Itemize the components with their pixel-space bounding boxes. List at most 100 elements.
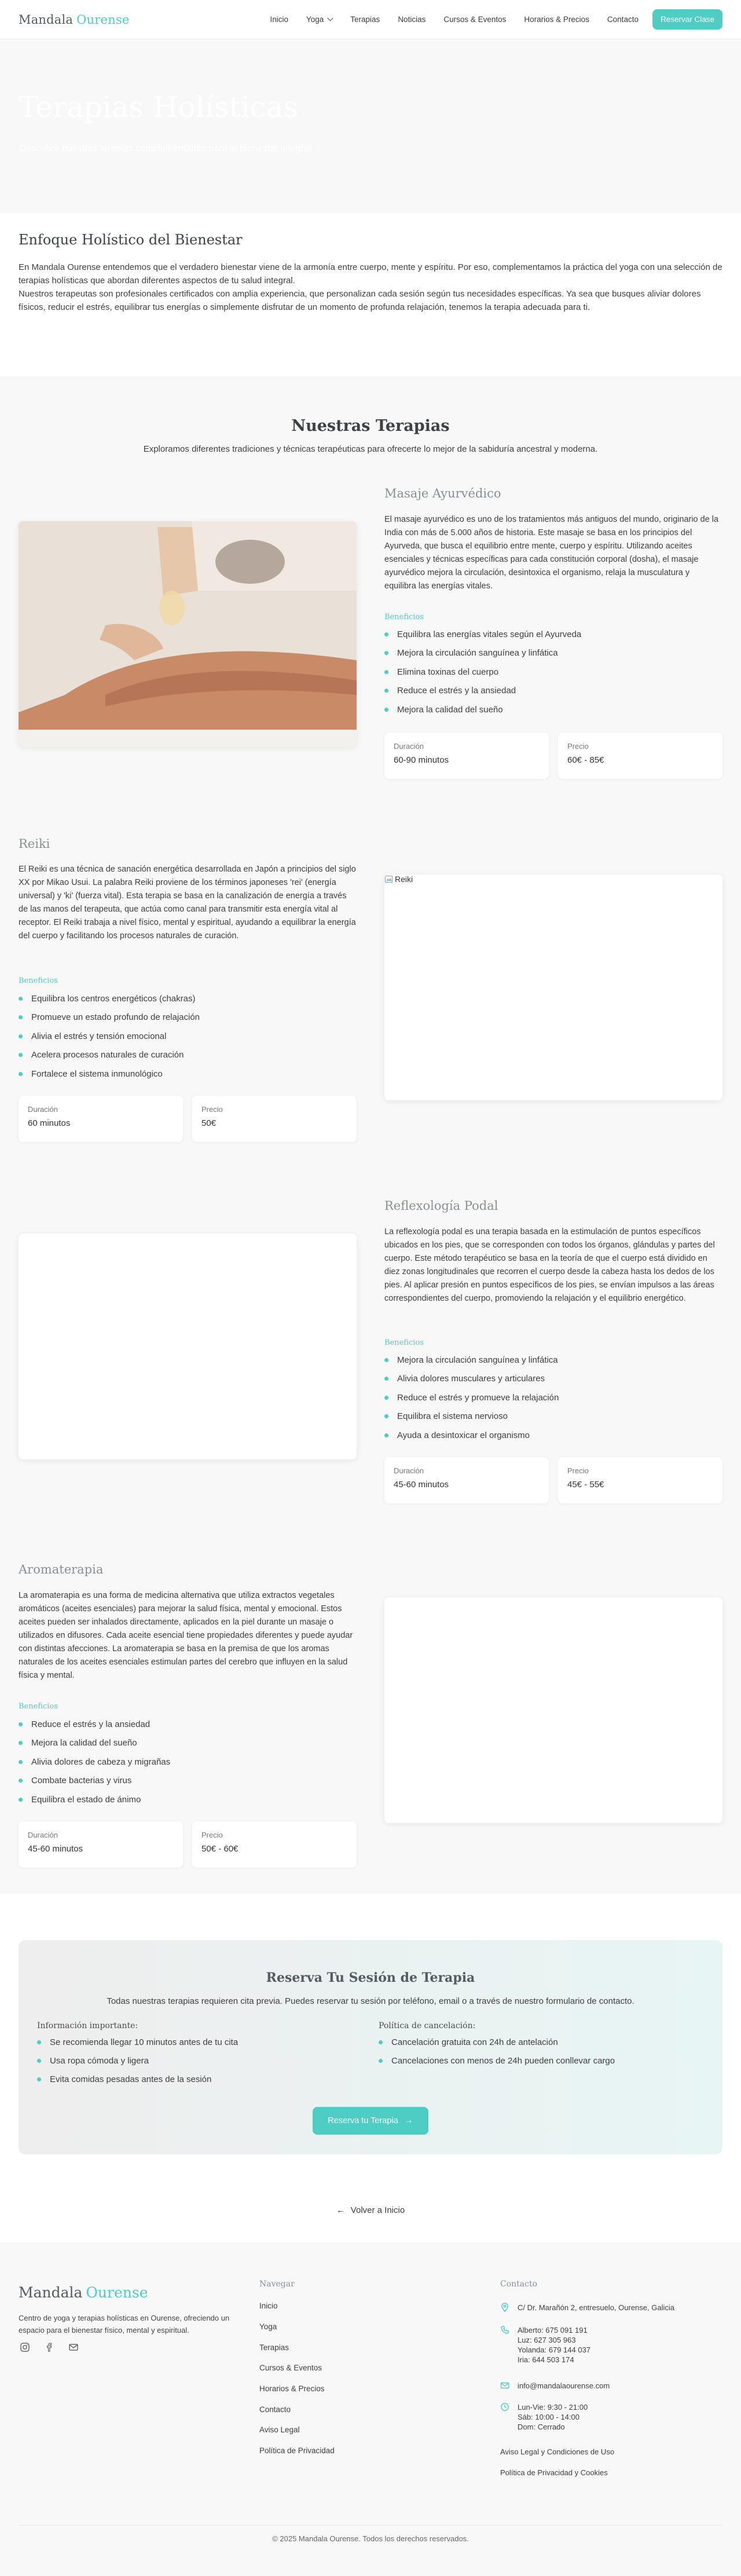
arrow-left-icon: ← [336, 2205, 345, 2215]
chevron-down-icon [327, 15, 333, 21]
price-label: Precio [201, 1105, 223, 1114]
price-value: 60€ - 85€ [567, 755, 604, 765]
intro-title: Enfoque Holístico del Bienestar [19, 232, 243, 248]
benefit-item: Reduce el estrés y promueve la relajació… [384, 1388, 559, 1407]
footer-link-privacidad[interactable]: Política de Privacidad [259, 2440, 335, 2461]
email-text[interactable]: info@mandalaourense.com [518, 2381, 610, 2391]
footer-description: Centro de yoga y terapias holísticas en … [19, 2314, 230, 2334]
info-item: Se recomienda llegar 10 minutos antes de… [37, 2033, 238, 2051]
benefit-text: Alivia dolores musculares y articulares [397, 1374, 545, 1384]
duration-label: Duración [28, 1105, 58, 1114]
bullet-icon [19, 1779, 23, 1783]
phone-line-iria[interactable]: Iria: 644 503 174 [518, 2355, 590, 2365]
price-card-reiki: Precio 50€ [192, 1096, 357, 1142]
nav-contacto[interactable]: Contacto [607, 15, 639, 24]
footer-link-yoga[interactable]: Yoga [259, 2317, 335, 2337]
info-text: Se recomienda llegar 10 minutos antes de… [50, 2037, 239, 2047]
footer-logo[interactable]: Mandala Ourense [19, 2284, 148, 2301]
nav-noticias[interactable]: Noticias [398, 15, 425, 24]
hours-sunday: Dom: Cerrado [518, 2423, 565, 2431]
phone-line-yolanda[interactable]: Yolanda: 679 144 037 [518, 2345, 590, 2355]
cancel-title: Política de cancelación: [379, 2021, 476, 2030]
facebook-icon[interactable] [43, 2341, 56, 2354]
benefit-text: Mejora la circulación sanguínea y linfát… [397, 1355, 558, 1365]
bullet-icon [384, 1414, 388, 1419]
footer-link-horarios[interactable]: Horarios & Precios [259, 2379, 335, 2399]
nav-cursos-eventos[interactable]: Cursos & Eventos [443, 15, 506, 24]
bullet-icon [19, 1015, 23, 1020]
duration-card-reiki: Duración 60 minutos [19, 1096, 183, 1142]
bullet-icon [19, 1741, 23, 1746]
therapy-desc-reflexologia: La reflexología podal es una terapia bas… [384, 1227, 715, 1303]
duration-card-reflexologia: Duración 45-60 minutos [384, 1457, 549, 1503]
benefit-item: Elimina toxinas del cuerpo [384, 663, 581, 682]
copyright: © 2025 Mandala Ourense. Todos los derech… [272, 2534, 469, 2543]
clock-icon [500, 2402, 509, 2412]
hero: Terapias Holísticas Descubre nuestras te… [0, 39, 741, 213]
benefit-item: Ayuda a desintoxicar el organismo [384, 1426, 559, 1445]
benefit-text: Fortalece el sistema inmunológico [31, 1069, 163, 1079]
instagram-icon[interactable] [19, 2341, 31, 2354]
mail-icon[interactable] [67, 2341, 80, 2354]
footer-link-aviso-legal[interactable]: Aviso Legal [259, 2420, 335, 2440]
contact-email[interactable]: info@mandalaourense.com [500, 2381, 610, 2391]
back-home-link[interactable]: ← Volver a Inicio [0, 2205, 741, 2215]
logo-main: Mandala [19, 12, 74, 27]
benefit-item: Reduce el estrés y la ansiedad [19, 1715, 170, 1734]
reservar-clase-button[interactable]: Reservar Clase [652, 9, 722, 30]
info-text: Usa ropa cómoda y ligera [50, 2055, 149, 2066]
cancel-item: Cancelación gratuita con 24h de antelaci… [379, 2033, 615, 2051]
price-card-reflexologia: Precio 45€ - 55€ [558, 1457, 722, 1503]
benefit-item: Promueve un estado profundo de relajació… [19, 1008, 200, 1027]
nav-horarios-precios[interactable]: Horarios & Precios [524, 15, 589, 24]
bullet-icon [384, 707, 388, 712]
benefit-text: Reduce el estrés y la ansiedad [31, 1719, 151, 1729]
footer-nav-title: Navegar [259, 2279, 295, 2289]
footer-contact-title: Contacto [500, 2279, 538, 2289]
nav-terapias[interactable]: Terapias [350, 15, 380, 24]
price-card-masaje: Precio 60€ - 85€ [558, 733, 722, 779]
nav-inicio[interactable]: Inicio [270, 15, 288, 24]
bullet-icon [384, 1433, 388, 1437]
reserva-terapia-label: Reserva tu Terapia [328, 2116, 398, 2125]
therapy-title-aromaterapia: Aromaterapia [19, 1563, 104, 1576]
footer-link-cursos[interactable]: Cursos & Eventos [259, 2358, 335, 2379]
duration-label: Duración [394, 1466, 424, 1475]
duration-label: Duración [394, 742, 424, 751]
arrow-right-icon: → [403, 2116, 413, 2125]
therapies-section: Nuestras Terapias Exploramos diferentes … [0, 376, 741, 1894]
duration-label: Duración [28, 1831, 58, 1839]
logo[interactable]: Mandala Ourense [19, 13, 130, 27]
bullet-icon [384, 651, 388, 656]
footer-link-terapias[interactable]: Terapias [259, 2337, 335, 2358]
price-label: Precio [567, 1466, 589, 1475]
benefit-text: Reduce el estrés y promueve la relajació… [397, 1392, 559, 1403]
bullet-icon [37, 2077, 41, 2081]
benefit-item: Mejora la circulación sanguínea y linfát… [384, 644, 581, 663]
contact-phones: Alberto: 675 091 191 Luz: 627 305 963 Yo… [500, 2325, 590, 2365]
benefit-item: Reduce el estrés y la ansiedad [384, 682, 581, 701]
benefits-title-reflexologia: Beneficios [384, 1338, 424, 1347]
therapy-title-reiki: Reiki [19, 837, 50, 851]
footer-link-inicio[interactable]: Inicio [259, 2296, 335, 2317]
duration-value: 45-60 minutos [394, 1480, 449, 1490]
legal-link-aviso[interactable]: Aviso Legal y Condiciones de Uso [500, 2447, 614, 2456]
info-item: Evita comidas pesadas antes de la sesión [37, 2070, 238, 2088]
info-item: Usa ropa cómoda y ligera [37, 2051, 238, 2070]
nav-yoga[interactable]: Yoga [306, 15, 333, 24]
benefit-item: Combate bacterias y virus [19, 1772, 170, 1791]
bullet-icon [37, 2040, 41, 2044]
phone-line-alberto[interactable]: Alberto: 675 091 191 [518, 2325, 590, 2335]
legal-link-privacidad[interactable]: Política de Privacidad y Cookies [500, 2468, 608, 2477]
reserva-terapia-button[interactable]: Reserva tu Terapia → [313, 2107, 428, 2135]
bullet-icon [37, 2058, 41, 2063]
cancel-text: Cancelaciones con menos de 24h pueden co… [391, 2055, 615, 2066]
bullet-icon [19, 1071, 23, 1076]
social-links [19, 2341, 80, 2354]
benefit-item: Equilibra el estado de ánimo [19, 1790, 170, 1809]
footer-link-contacto[interactable]: Contacto [259, 2399, 335, 2420]
benefit-text: Equilibra el sistema nervioso [397, 1411, 508, 1422]
therapy-desc-masaje: El masaje ayurvédico es uno de los trata… [384, 515, 719, 591]
duration-card-aromaterapia: Duración 45-60 minutos [19, 1821, 183, 1868]
phone-line-luz[interactable]: Luz: 627 305 963 [518, 2335, 590, 2345]
